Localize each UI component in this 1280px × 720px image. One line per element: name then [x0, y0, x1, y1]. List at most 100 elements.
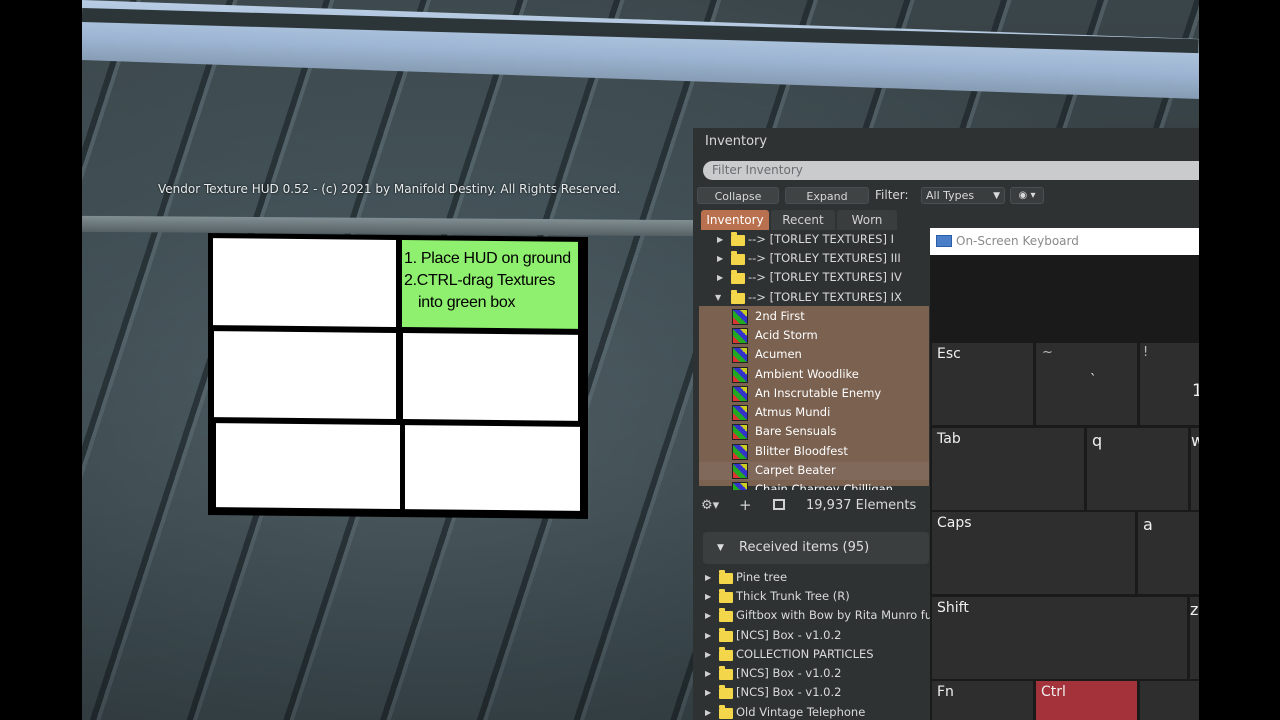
chevron-down-icon: ▼: [717, 543, 724, 553]
chevron-right-icon: ▶: [705, 650, 712, 659]
folder-icon: [719, 570, 733, 584]
chevron-right-icon: ▶: [705, 611, 712, 620]
folder-label: --> [TORLEY TEXTURES] III: [748, 251, 901, 265]
texture-icon: [732, 309, 748, 325]
key-ctrl[interactable]: Ctrl: [1036, 681, 1137, 720]
inventory-footer: ⚙▾ + 19,937 Elements: [693, 494, 929, 520]
key-shift-label: Shift: [937, 600, 969, 616]
filter-inventory-input[interactable]: Filter Inventory: [703, 161, 1199, 180]
received-item-label: [NCS] Box - v1.0.2: [736, 685, 842, 699]
tab-worn[interactable]: Worn: [837, 210, 897, 230]
hud-cell[interactable]: [214, 331, 396, 419]
key-1[interactable]: ! 1: [1140, 343, 1199, 425]
on-screen-keyboard: On-Screen Keyboard Esc ~ ` ! 1 Tab q w C…: [930, 228, 1199, 720]
key-z-label: z: [1190, 600, 1199, 619]
texture-icon: [732, 405, 748, 421]
hud-cell[interactable]: [216, 423, 400, 510]
keyboard-icon: [936, 235, 952, 247]
visibility-dropdown[interactable]: ◉ ▾: [1010, 187, 1044, 204]
received-item-label: Thick Trunk Tree (R): [736, 589, 850, 603]
key-tab-label: Tab: [937, 431, 961, 447]
texture-label: An Inscrutable Enemy: [755, 386, 882, 400]
letterbox-right: [1199, 0, 1280, 720]
chevron-right-icon: ▶: [705, 592, 712, 601]
key-tilde-top: ~: [1042, 345, 1053, 360]
folder-icon: [719, 608, 733, 622]
folder-icon: [719, 589, 733, 603]
open-folder-icon: [731, 290, 745, 304]
texture-icon: [732, 463, 748, 479]
texture-label: Atmus Mundi: [755, 405, 831, 419]
gear-icon[interactable]: ⚙▾: [701, 498, 719, 513]
texture-label: Acid Storm: [755, 328, 818, 342]
key-z[interactable]: z: [1190, 597, 1199, 679]
inventory-tree[interactable]: ▶ --> [TORLEY TEXTURES] I ▶ --> [TORLEY …: [699, 232, 929, 490]
filter-type-select[interactable]: All Types ▼: [921, 187, 1005, 204]
texture-label: Acumen: [755, 347, 802, 361]
folder-icon: [719, 647, 733, 661]
folder-icon: [731, 232, 745, 246]
folder-label: --> [TORLEY TEXTURES] IX: [748, 290, 902, 304]
texture-label: Carpet Beater: [755, 463, 836, 477]
hud-cell[interactable]: [405, 425, 580, 511]
chevron-right-icon: ▶: [717, 273, 724, 282]
texture-icon: [732, 347, 748, 363]
received-item-label: Old Vintage Telephone: [736, 705, 866, 719]
received-items-label: Received items (95): [739, 540, 870, 555]
add-icon[interactable]: +: [739, 496, 752, 514]
key-q-label: q: [1092, 431, 1103, 450]
letterbox-left: [0, 0, 82, 720]
key-tab[interactable]: Tab: [932, 428, 1084, 510]
folder-icon: [731, 251, 745, 265]
texture-label: Blitter Bloodfest: [755, 444, 848, 458]
expand-button[interactable]: Expand: [785, 187, 869, 204]
hud-cell[interactable]: [403, 333, 578, 421]
chevron-down-icon: ▼: [715, 293, 722, 302]
tab-inventory[interactable]: Inventory: [701, 210, 769, 230]
key-caps[interactable]: Caps: [932, 512, 1135, 594]
folder-icon: [719, 666, 733, 680]
received-item-label: [NCS] Box - v1.0.2: [736, 628, 842, 642]
hud-instruction-2: 2.CTRL-drag Textures: [404, 272, 556, 289]
folder-label: --> [TORLEY TEXTURES] I: [748, 232, 894, 246]
hud-instruction-3: into green box: [418, 294, 516, 311]
key-caps-label: Caps: [937, 515, 972, 531]
key-shift[interactable]: Shift: [932, 597, 1187, 679]
received-item-label: Giftbox with Bow by Rita Munro fu: [736, 608, 931, 622]
key-q[interactable]: q: [1087, 428, 1188, 510]
key-fn-label: Fn: [937, 684, 954, 700]
key-tilde[interactable]: ~ `: [1036, 343, 1137, 425]
hud-instruction-1: 1. Place HUD on ground: [404, 250, 571, 267]
folder-icon: [719, 685, 733, 699]
folder-label: --> [TORLEY TEXTURES] IV: [748, 270, 902, 284]
inventory-title: Inventory: [705, 134, 768, 149]
hud-copyright: Vendor Texture HUD 0.52 - (c) 2021 by Ma…: [158, 182, 621, 196]
key-esc[interactable]: Esc: [932, 343, 1033, 425]
received-items-header[interactable]: ▼ Received items (95): [703, 532, 929, 564]
trash-icon[interactable]: [773, 499, 785, 510]
folder-icon: [719, 628, 733, 642]
hud-cell[interactable]: [213, 238, 396, 327]
key-fn[interactable]: Fn: [932, 681, 1033, 720]
folder-icon: [719, 705, 733, 719]
filter-type-value: All Types: [926, 189, 975, 202]
folder-icon: [731, 270, 745, 284]
key-w[interactable]: w: [1191, 428, 1199, 510]
key-win[interactable]: [1140, 681, 1199, 720]
received-item-label: COLLECTION PARTICLES: [736, 647, 874, 661]
texture-icon: [732, 367, 748, 383]
chevron-right-icon: ▶: [717, 254, 724, 263]
texture-label: Chain Charney Chilligan: [755, 482, 893, 490]
texture-icon: [732, 482, 748, 490]
collapse-button[interactable]: Collapse: [697, 187, 779, 204]
tab-recent[interactable]: Recent: [771, 210, 835, 230]
chevron-right-icon: ▶: [705, 669, 712, 678]
hud-instructions: 1. Place HUD on ground 2.CTRL-drag Textu…: [404, 248, 580, 314]
key-a[interactable]: a: [1138, 512, 1199, 594]
chevron-right-icon: ▶: [705, 631, 712, 640]
osk-titlebar[interactable]: On-Screen Keyboard: [930, 228, 1199, 255]
key-1-top: !: [1143, 345, 1149, 360]
chevron-right-icon: ▶: [705, 708, 712, 717]
received-items-list[interactable]: ▶ Pine tree ▶ Thick Trunk Tree (R) ▶ Gif…: [699, 568, 931, 720]
texture-icon: [732, 328, 748, 344]
